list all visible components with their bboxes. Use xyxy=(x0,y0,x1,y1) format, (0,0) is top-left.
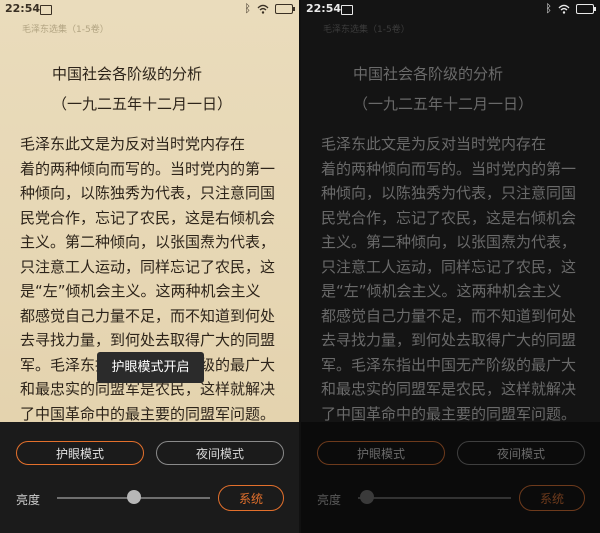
bluetooth-icon: ᛒ xyxy=(545,2,552,15)
status-icons: ᛒ xyxy=(244,2,295,15)
body-line: 毛泽东此文是为反对当时党内存在 xyxy=(321,135,547,153)
status-bar: 22:54 ᛒ xyxy=(0,0,299,20)
display-settings-sheet: 护眼模式 夜间模式 亮度 系统 xyxy=(0,422,299,533)
body-line: 去寻找力量，到何处去取得广大的同盟 xyxy=(20,331,276,349)
image-icon xyxy=(341,5,353,15)
status-bar: 22:54 ᛒ xyxy=(301,0,600,20)
body-line: 只注意工人运动，同样忘记了农民，这 xyxy=(321,257,577,276)
body-line: 民党合作，忘记了农民，这是右倾机会 xyxy=(20,208,276,227)
reader-panel-night: 22:54 ᛒ 毛泽东选集（1-5卷） 中国社会各阶级的分析 （一九二五年十二月… xyxy=(301,0,600,533)
wifi-icon xyxy=(257,4,269,14)
brightness-label: 亮度 xyxy=(16,493,41,507)
chapter-date: （一九二五年十二月一日） xyxy=(353,95,534,113)
status-time: 22:54 xyxy=(306,2,342,15)
chapter-title: 中国社会各阶级的分析 xyxy=(52,65,203,83)
body-line: 都感觉自己力量不足，而不知道到何处 xyxy=(20,306,276,325)
body-line: 是“左”倾机会主义。这两种机会主义 xyxy=(20,282,261,300)
wifi-icon xyxy=(558,4,570,14)
body-line: 只注意工人运动，同样忘记了农民，这 xyxy=(20,257,276,276)
book-title: 毛泽东选集（1-5卷） xyxy=(22,25,109,35)
brightness-slider-thumb[interactable] xyxy=(360,490,375,504)
chapter-body: 毛泽东此文是为反对当时党内存在 着的两种倾向而写的。当时党内的第一 种倾向，以陈… xyxy=(321,132,576,426)
brightness-slider-thumb[interactable] xyxy=(126,490,141,504)
body-line: 着的两种倾向而写的。当时党内的第一 xyxy=(20,159,276,178)
night-mode-button[interactable]: 夜间模式 xyxy=(457,441,585,465)
reader-panel-day: 22:54 ᛒ 毛泽东选集（1-5卷） 中国社会各阶级的分析 （一九二五年十二月… xyxy=(0,0,299,533)
body-line: 都感觉自己力量不足，而不知道到何处 xyxy=(321,306,577,325)
body-line: 民党合作，忘记了农民，这是右倾机会 xyxy=(321,208,577,227)
body-line: 去寻找力量，到何处去取得广大的同盟 xyxy=(321,331,577,349)
night-mode-button[interactable]: 夜间模式 xyxy=(156,441,284,465)
body-line: 毛泽东此文是为反对当时党内存在 xyxy=(20,135,246,153)
system-brightness-button[interactable]: 系统 xyxy=(218,485,284,511)
body-line: 主义。第二种倾向，以张国焘为代表， xyxy=(20,233,276,251)
body-line: 种倾向，以陈独秀为代表，只注意同国 xyxy=(20,184,276,202)
body-line: 着的两种倾向而写的。当时党内的第一 xyxy=(321,159,577,178)
body-line: 和最忠实的同盟军是农民，这样就解决 xyxy=(321,380,577,398)
status-time: 22:54 xyxy=(5,2,41,15)
eye-mode-button[interactable]: 护眼模式 xyxy=(16,441,144,465)
battery-icon xyxy=(576,4,596,14)
body-line: 主义。第二种倾向，以张国焘为代表， xyxy=(321,233,577,251)
body-line: 军。毛泽东指出中国无产阶级的最广大 xyxy=(321,355,577,374)
eye-mode-toast: 护眼模式开启 xyxy=(97,352,204,383)
chapter-title: 中国社会各阶级的分析 xyxy=(353,65,504,83)
eye-mode-button[interactable]: 护眼模式 xyxy=(317,441,445,465)
image-icon xyxy=(40,5,52,15)
battery-icon xyxy=(275,4,295,14)
status-icons: ᛒ xyxy=(545,2,596,15)
chapter-date: （一九二五年十二月一日） xyxy=(52,95,233,113)
body-line: 种倾向，以陈独秀为代表，只注意同国 xyxy=(321,184,577,202)
book-title: 毛泽东选集（1-5卷） xyxy=(323,25,410,35)
brightness-label: 亮度 xyxy=(317,493,342,507)
brightness-slider[interactable] xyxy=(358,497,511,499)
system-brightness-button[interactable]: 系统 xyxy=(519,485,585,511)
bluetooth-icon: ᛒ xyxy=(244,2,251,15)
body-line: 是“左”倾机会主义。这两种机会主义 xyxy=(321,282,562,300)
display-settings-sheet: 护眼模式 夜间模式 亮度 系统 xyxy=(301,422,600,533)
